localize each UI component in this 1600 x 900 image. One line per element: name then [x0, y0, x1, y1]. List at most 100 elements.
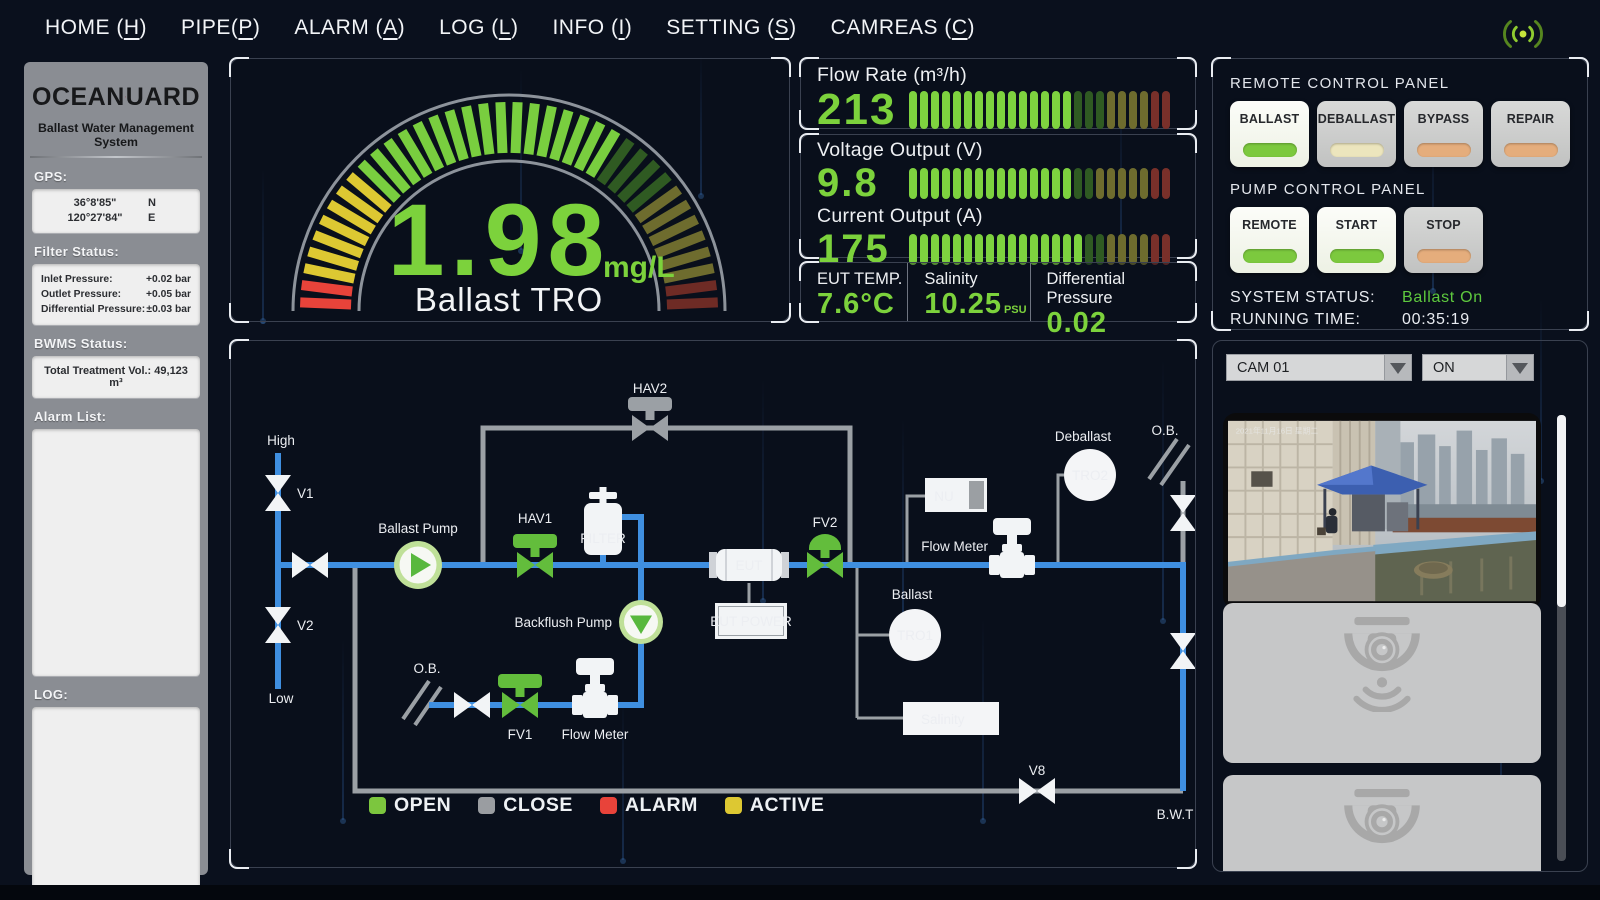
label-ballast: Ballast — [892, 587, 933, 602]
gauge-value: 1.98 — [388, 183, 611, 297]
label-deballast: Deballast — [1055, 429, 1112, 444]
repair-button[interactable]: REPAIR — [1491, 101, 1570, 167]
flow-meter-main — [989, 518, 1035, 578]
oceanguard-logo: OCEAN UARD — [32, 74, 200, 120]
valve-fv1 — [498, 674, 542, 718]
divider — [30, 156, 202, 158]
nav-item-setting[interactable]: SETTING (S) — [666, 16, 796, 40]
system-status-label: SYSTEM STATUS: — [1230, 289, 1402, 307]
camera-panel: CAM 01 ON — [1212, 340, 1588, 872]
salinity-unit: PSU — [1004, 304, 1027, 316]
running-time-value: 00:35:19 — [1402, 311, 1470, 329]
bypass-button[interactable]: BYPASS — [1404, 101, 1483, 167]
salinity-label: Salinity — [924, 270, 1029, 289]
stop-button[interactable]: STOP — [1404, 207, 1483, 273]
camera-timestamp: 2021年11月16日 星期二 — [1236, 426, 1319, 436]
gps-lat-dir: N — [148, 197, 190, 209]
gps-box: 36°8'85"N 120°27'84"E — [32, 189, 200, 233]
gauge-title: Ballast TRO — [415, 281, 603, 318]
voltage-bar — [909, 168, 1179, 199]
label-v1: V1 — [297, 486, 314, 501]
logo-subtitle: Ballast Water Management System — [32, 121, 200, 149]
alarm-list-box — [32, 429, 200, 676]
salinity-box: Salinity — [903, 702, 999, 735]
alarm-list-label: Alarm List: — [34, 409, 198, 424]
svg-text:TRO2: TRO2 — [1072, 468, 1108, 483]
camera-power-arrow-icon[interactable] — [1506, 355, 1533, 380]
brand-right: UARD — [126, 83, 200, 112]
pipe-main — [278, 565, 1183, 791]
filter-status-box: Inlet Pressure:+0.02 barOutlet Pressure:… — [32, 264, 200, 325]
camera-placeholder-2 — [1223, 775, 1541, 872]
log-box — [32, 707, 200, 894]
label-hav2: HAV2 — [633, 381, 667, 396]
gps-lon: 120°27'84" — [42, 212, 148, 224]
svg-text:Salinity: Salinity — [921, 712, 965, 727]
nav-item-pipe[interactable]: PIPE(P) — [181, 16, 260, 40]
output-panel: Voltage Output (V) 9.8 Current Output (A… — [800, 134, 1196, 258]
gps-label: GPS: — [34, 169, 198, 184]
nav-menu: HOME (H) PIPE(P) ALARM (A) LOG (L) INFO (I) S… — [45, 16, 975, 40]
sensor-strip-panel: EUT TEMP. 7.6°C Salinity 10.25PSU Differ… — [800, 262, 1196, 322]
camera-power-value: ON — [1433, 360, 1455, 376]
tro-gauge: 1.98 mg/L Ballast TRO — [231, 59, 789, 321]
tro1-sensor: TRO1 — [889, 609, 941, 661]
flow-rate-label: Flow Rate (m³/h) — [817, 64, 1179, 87]
label-v2: V2 — [297, 618, 314, 633]
svg-text:EUT: EUT — [736, 558, 763, 573]
valve-v2 — [265, 607, 291, 643]
remote-button[interactable]: REMOTE — [1230, 207, 1309, 273]
valve-backflush — [454, 692, 490, 718]
remote-control-buttons: BALLASTDEBALLASTBYPASSREPAIR — [1230, 101, 1570, 167]
bwms-status-label: BWMS Status: — [34, 336, 198, 351]
legend-active: ACTIVE — [725, 794, 825, 817]
svg-text:EUT POWER: EUT POWER — [710, 614, 792, 629]
camera-power-select[interactable]: ON — [1422, 354, 1534, 381]
tro2-sensor: TRO2 — [1064, 449, 1116, 501]
valve-inlet — [292, 552, 328, 578]
brand-left: OCEAN — [32, 83, 125, 112]
nav-item-info[interactable]: INFO (I) — [552, 16, 632, 40]
diff-pressure-label: Differential Pressure — [1047, 270, 1195, 308]
gps-lon-dir: E — [148, 212, 190, 224]
flow-rate-panel: Flow Rate (m³/h) 213 — [800, 58, 1196, 129]
pipe-diagram: FILTER EUT EUT POWER NU TRO1 — [231, 341, 1195, 867]
break-ob-right — [1149, 439, 1189, 485]
current-bar — [909, 234, 1179, 265]
ballast-button[interactable]: BALLAST — [1230, 101, 1309, 167]
flow-rate-bar — [909, 91, 1179, 129]
signal-icon — [1500, 16, 1546, 52]
camera-select[interactable]: CAM 01 — [1226, 354, 1412, 381]
camera-scrollbar[interactable] — [1557, 415, 1566, 861]
voltage-value: 9.8 — [817, 163, 909, 203]
filter-unit: FILTER — [580, 487, 626, 555]
eut-temp-value: 7.6°C — [817, 289, 907, 319]
flow-meter-backflush — [572, 658, 618, 718]
nav-item-home[interactable]: HOME (H) — [45, 16, 147, 40]
pipe-drain — [355, 567, 1183, 791]
nav-item-camreas[interactable]: CAMREAS (C) — [831, 16, 975, 40]
camera-select-arrow-icon[interactable] — [1384, 355, 1411, 380]
current-label: Current Output (A) — [817, 205, 1179, 228]
valve-hav1 — [513, 534, 557, 578]
control-panel: REMOTE CONTROL PANEL BALLASTDEBALLASTBYP… — [1212, 58, 1588, 330]
nu-box: NU — [925, 478, 987, 512]
label-backflush-pump: Backflush Pump — [514, 615, 612, 630]
label-v8: V8 — [1029, 763, 1046, 778]
start-button[interactable]: START — [1317, 207, 1396, 273]
ballast-pump — [394, 541, 442, 589]
nav-item-alarm[interactable]: ALARM (A) — [294, 16, 405, 40]
label-flow-meter-main: Flow Meter — [921, 539, 988, 554]
camera-scrollbar-thumb[interactable] — [1557, 415, 1566, 607]
sidebar: OCEAN UARD Ballast Water Management Syst… — [24, 62, 208, 875]
pipe-nu-connector — [907, 496, 925, 565]
nav-item-log[interactable]: LOG (L) — [439, 16, 518, 40]
pump-control-title: PUMP CONTROL PANEL — [1230, 181, 1570, 198]
label-high: High — [267, 433, 295, 448]
flow-rate-value: 213 — [817, 88, 909, 132]
gauge-unit: mg/L — [603, 251, 675, 284]
salinity-value: 10.25 — [924, 288, 1002, 320]
label-ob-right: O.B. — [1151, 423, 1178, 438]
deballast-button[interactable]: DEBALLAST — [1317, 101, 1396, 167]
backflush-pump — [619, 600, 663, 644]
